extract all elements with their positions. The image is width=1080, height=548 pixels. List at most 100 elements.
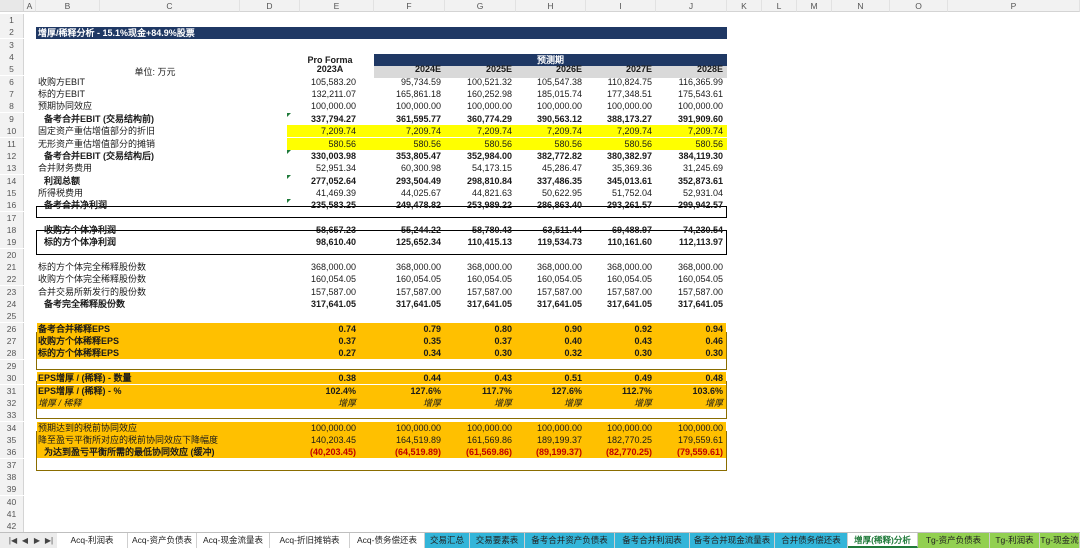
value-cell[interactable]: 157,587.00 — [300, 286, 360, 298]
value-cell[interactable]: 100,521.32 — [445, 76, 516, 88]
value-cell[interactable]: 580.56 — [374, 138, 445, 150]
value-cell[interactable]: 增厚 — [445, 397, 516, 409]
sheet-tab[interactable]: Acq-利润表 — [57, 533, 128, 548]
value-cell[interactable]: 100,000.00 — [656, 100, 727, 112]
value-cell[interactable]: 0.32 — [516, 347, 586, 359]
value-cell[interactable]: 100,000.00 — [586, 422, 656, 434]
value-cell[interactable]: 388,173.27 — [586, 113, 656, 125]
value-cell[interactable]: 317,641.05 — [445, 298, 516, 310]
value-cell[interactable]: 0.43 — [586, 335, 656, 347]
sheet-tab[interactable]: 交易要素表 — [470, 533, 525, 548]
sheet-tab[interactable]: Acq-债务偿还表 — [350, 533, 425, 548]
value-cell[interactable]: 100,000.00 — [586, 100, 656, 112]
row-header-24[interactable]: 24 — [0, 298, 24, 310]
value-cell[interactable]: (64,519.89) — [374, 446, 445, 458]
value-cell[interactable]: 7,209.74 — [656, 125, 727, 137]
value-cell[interactable]: 100,000.00 — [374, 100, 445, 112]
value-cell[interactable]: 177,348.51 — [586, 88, 656, 100]
value-cell[interactable]: 345,013.61 — [586, 175, 656, 187]
value-cell[interactable]: 117.7% — [445, 385, 516, 397]
row-header-10[interactable]: 10 — [0, 125, 24, 137]
value-cell[interactable]: 157,587.00 — [656, 286, 727, 298]
column-header-f[interactable]: F — [374, 0, 445, 12]
sheet-tab[interactable]: Tg-利润表 — [990, 533, 1040, 548]
value-cell[interactable]: 157,587.00 — [586, 286, 656, 298]
value-cell[interactable]: 390,563.12 — [516, 113, 586, 125]
value-cell[interactable]: 160,054.05 — [656, 273, 727, 285]
value-cell[interactable]: 52,931.04 — [656, 187, 727, 199]
value-cell[interactable]: 100,000.00 — [445, 422, 516, 434]
row-header-21[interactable]: 21 — [0, 261, 24, 273]
value-cell[interactable]: 235,583.25 — [300, 199, 360, 211]
value-cell[interactable]: 35,369.36 — [586, 162, 656, 174]
sheet-tab[interactable]: Tg-现金流 — [1040, 533, 1080, 548]
value-cell[interactable]: 63,511.44 — [516, 224, 586, 236]
row-header-29[interactable]: 29 — [0, 360, 24, 372]
value-cell[interactable]: 100,000.00 — [516, 422, 586, 434]
sheet-tab[interactable]: 交易汇总 — [425, 533, 470, 548]
value-cell[interactable]: 140,203.45 — [300, 434, 360, 446]
value-cell[interactable]: 45,286.47 — [516, 162, 586, 174]
row-header-8[interactable]: 8 — [0, 100, 24, 112]
row-header-22[interactable]: 22 — [0, 273, 24, 285]
prev-sheet-icon[interactable]: ◀ — [20, 533, 30, 548]
value-cell[interactable]: 100,000.00 — [374, 422, 445, 434]
row-header-37[interactable]: 37 — [0, 459, 24, 471]
value-cell[interactable]: 60,300.98 — [374, 162, 445, 174]
column-header-a[interactable]: A — [24, 0, 36, 12]
row-header-2[interactable]: 2 — [0, 26, 24, 38]
sheet-tab[interactable]: 增厚(稀释)分析 — [848, 533, 918, 548]
row-header-9[interactable]: 9 — [0, 113, 24, 125]
value-cell[interactable]: 0.80 — [445, 323, 516, 335]
column-header-h[interactable]: H — [516, 0, 586, 12]
column-header-m[interactable]: M — [797, 0, 832, 12]
row-header-1[interactable]: 1 — [0, 14, 24, 26]
value-cell[interactable]: 125,652.34 — [374, 236, 445, 248]
value-cell[interactable]: 0.94 — [656, 323, 727, 335]
row-header-20[interactable]: 20 — [0, 249, 24, 261]
column-header-j[interactable]: J — [656, 0, 727, 12]
row-header-27[interactable]: 27 — [0, 335, 24, 347]
row-header-39[interactable]: 39 — [0, 483, 24, 495]
value-cell[interactable]: 74,230.54 — [656, 224, 727, 236]
value-cell[interactable]: 103.6% — [656, 385, 727, 397]
value-cell[interactable]: 112.7% — [586, 385, 656, 397]
value-cell[interactable]: 286,863.40 — [516, 199, 586, 211]
column-header-l[interactable]: L — [762, 0, 797, 12]
sheet-tab[interactable]: 合并债务偿还表 — [775, 533, 848, 548]
value-cell[interactable]: 179,559.61 — [656, 434, 727, 446]
value-cell[interactable]: 293,504.49 — [374, 175, 445, 187]
row-header-12[interactable]: 12 — [0, 150, 24, 162]
value-cell[interactable]: 7,209.74 — [445, 125, 516, 137]
row-header-38[interactable]: 38 — [0, 471, 24, 483]
row-header-16[interactable]: 16 — [0, 199, 24, 211]
value-cell[interactable]: 0.90 — [516, 323, 586, 335]
value-cell[interactable]: 102.4% — [300, 385, 360, 397]
value-cell[interactable]: 105,547.38 — [516, 76, 586, 88]
value-cell[interactable]: 160,054.05 — [300, 273, 360, 285]
value-cell[interactable]: 249,478.82 — [374, 199, 445, 211]
value-cell[interactable]: 100,000.00 — [300, 100, 360, 112]
column-header-c[interactable]: C — [100, 0, 240, 12]
value-cell[interactable]: 293,261.57 — [586, 199, 656, 211]
value-cell[interactable]: 160,252.98 — [445, 88, 516, 100]
value-cell[interactable]: 0.46 — [656, 335, 727, 347]
row-header-30[interactable]: 30 — [0, 372, 24, 384]
row-header-28[interactable]: 28 — [0, 347, 24, 359]
column-header-g[interactable]: G — [445, 0, 516, 12]
sheet-tab[interactable]: 备考合并现金流量表 — [690, 533, 775, 548]
value-cell[interactable]: 0.48 — [656, 372, 727, 384]
row-header-33[interactable]: 33 — [0, 409, 24, 421]
last-sheet-icon[interactable]: ▶| — [44, 533, 54, 548]
row-header-36[interactable]: 36 — [0, 446, 24, 458]
value-cell[interactable]: 580.56 — [300, 138, 360, 150]
value-cell[interactable]: 0.92 — [586, 323, 656, 335]
value-cell[interactable]: (79,559.61) — [656, 446, 727, 458]
column-header-p[interactable]: P — [948, 0, 1080, 12]
value-cell[interactable]: 44,821.63 — [445, 187, 516, 199]
value-cell[interactable]: 100,000.00 — [300, 422, 360, 434]
value-cell[interactable]: 44,025.67 — [374, 187, 445, 199]
value-cell[interactable]: 337,486.35 — [516, 175, 586, 187]
value-cell[interactable]: 119,534.73 — [516, 236, 586, 248]
value-cell[interactable]: 0.27 — [300, 347, 360, 359]
